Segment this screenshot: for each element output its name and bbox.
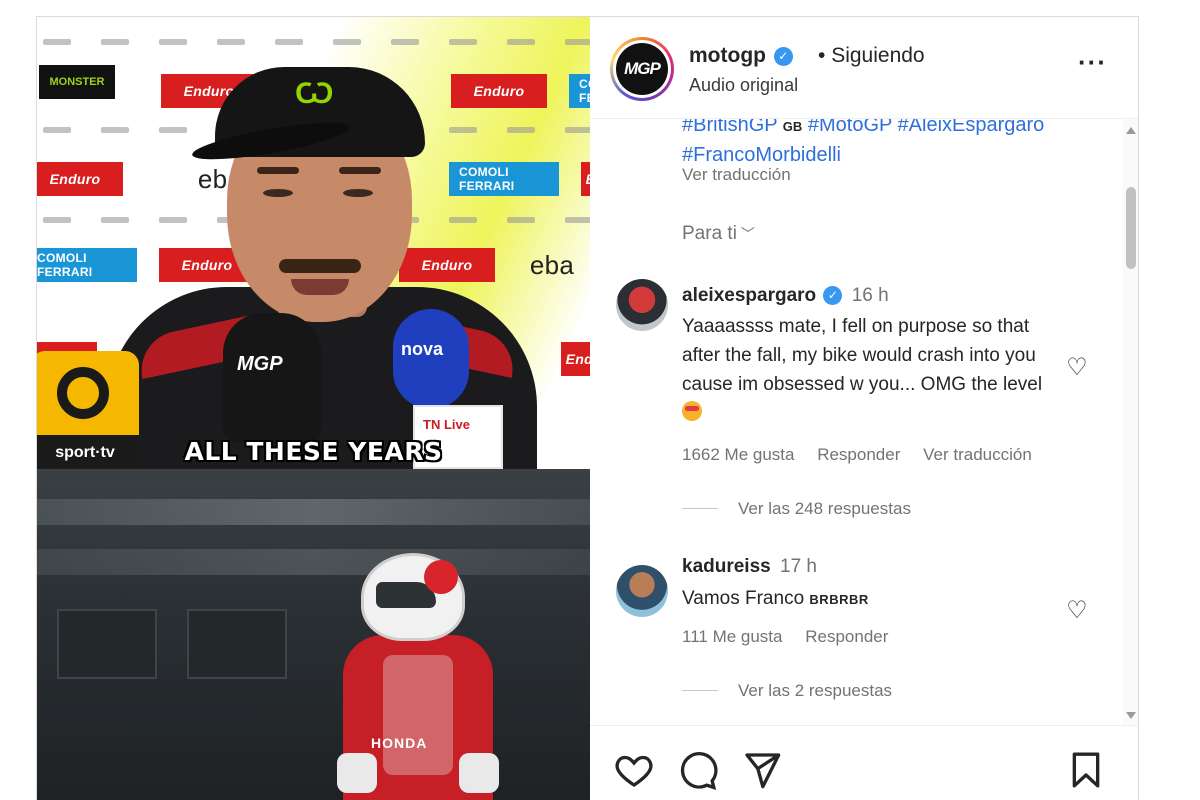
see-translation-link[interactable]: Ver traducción xyxy=(923,445,1032,464)
backdrop-small-logos xyxy=(37,39,590,49)
verified-badge-icon: ✓ xyxy=(823,286,843,305)
motogp-logo: MGP xyxy=(616,43,668,95)
see-translation-link[interactable]: Ver traducción xyxy=(682,165,791,185)
chevron-down-icon: ﹀ xyxy=(740,226,755,242)
comment-likes[interactable]: 1662 Me gusta xyxy=(682,445,794,464)
comments-scrollbar[interactable] xyxy=(1123,119,1138,725)
heart-icon[interactable]: ♡ xyxy=(1062,596,1092,626)
country-flag: GB xyxy=(782,119,803,134)
comments-section[interactable]: #BritishGP GB #MotoGP #AleixEspargaro #F… xyxy=(590,119,1123,725)
country-flag: BRBRBR xyxy=(809,592,869,607)
scroll-up-arrow-icon[interactable] xyxy=(1126,127,1136,134)
hashtag-link[interactable]: #MotoGP #AleixEspargaro xyxy=(808,119,1044,136)
post-side-panel: MGP motogp ✓ • Siguiendo Audio original … xyxy=(590,17,1138,800)
press-conference-frame: MONSTER Enduro Enduro COMOLI FERRARI End… xyxy=(37,17,590,469)
monster-logo: MONSTER xyxy=(39,65,115,99)
comment-meta: 1662 Me gusta Responder Ver traducción xyxy=(682,445,1050,465)
scroll-down-arrow-icon[interactable] xyxy=(1126,712,1136,719)
comment-text: Vamos Franco BRBRBR xyxy=(682,588,869,609)
scroll-thumb[interactable] xyxy=(1126,187,1136,269)
nova-microphone: nova xyxy=(393,309,469,409)
send-icon[interactable] xyxy=(742,750,782,790)
verified-badge-icon: ✓ xyxy=(773,47,793,66)
reply-button[interactable]: Responder xyxy=(805,627,888,646)
video-caption: ALL THESE YEARS xyxy=(184,437,443,466)
monster-cap: Ѡ xyxy=(190,67,425,167)
comment-sort-dropdown[interactable]: Para ti ﹀ xyxy=(682,223,755,245)
comment-meta: 111 Me gusta Responder xyxy=(682,627,906,647)
avatar[interactable]: MGP xyxy=(610,37,674,101)
view-replies-button[interactable]: Ver las 2 respuestas xyxy=(682,681,892,701)
follow-status[interactable]: • Siguiendo xyxy=(818,44,925,68)
comment-likes[interactable]: 111 Me gusta xyxy=(682,627,783,646)
view-replies-button[interactable]: Ver las 248 respuestas xyxy=(682,499,911,519)
hashtag-link[interactable]: #BritishGP xyxy=(682,119,777,136)
comment-author[interactable]: aleixespargaro ✓ 16 h xyxy=(682,285,889,307)
monster-claw-icon: Ѡ xyxy=(295,77,334,110)
videogame-frame: HONDA xyxy=(37,469,590,800)
post-actions xyxy=(590,725,1138,800)
enduro-logo: Enduro xyxy=(581,162,590,196)
reply-button[interactable]: Responder xyxy=(817,445,900,464)
audio-link[interactable]: Audio original xyxy=(689,75,798,96)
bookmark-icon[interactable] xyxy=(1066,750,1106,790)
comment-icon[interactable] xyxy=(678,750,718,790)
instagram-post: MONSTER Enduro Enduro COMOLI FERRARI End… xyxy=(36,16,1139,800)
post-media-video[interactable]: MONSTER Enduro Enduro COMOLI FERRARI End… xyxy=(37,17,590,800)
game-rider: HONDA xyxy=(337,553,513,800)
heart-icon[interactable]: ♡ xyxy=(1062,353,1092,383)
avatar[interactable] xyxy=(616,279,668,331)
motogp-microphone: MGP xyxy=(223,313,321,443)
enduro-logo: Enduro xyxy=(561,342,590,376)
emoji-icon xyxy=(682,401,702,421)
comment-text: Yaaaassss mate, I fell on purpose so tha… xyxy=(682,312,1062,428)
post-hashtags: #BritishGP GB #MotoGP #AleixEspargaro #F… xyxy=(682,119,1044,170)
more-options-icon[interactable]: ··· xyxy=(1078,49,1108,79)
heart-icon[interactable] xyxy=(614,750,654,790)
post-header: MGP motogp ✓ • Siguiendo Audio original … xyxy=(590,17,1138,119)
rider-helmet xyxy=(361,553,465,641)
username-link[interactable]: motogp ✓ xyxy=(689,44,793,68)
comment-author[interactable]: kadureiss 17 h xyxy=(682,556,817,578)
avatar[interactable] xyxy=(616,565,668,617)
comoli-ferrari-logo: COMOLI FERRARI xyxy=(569,74,590,108)
